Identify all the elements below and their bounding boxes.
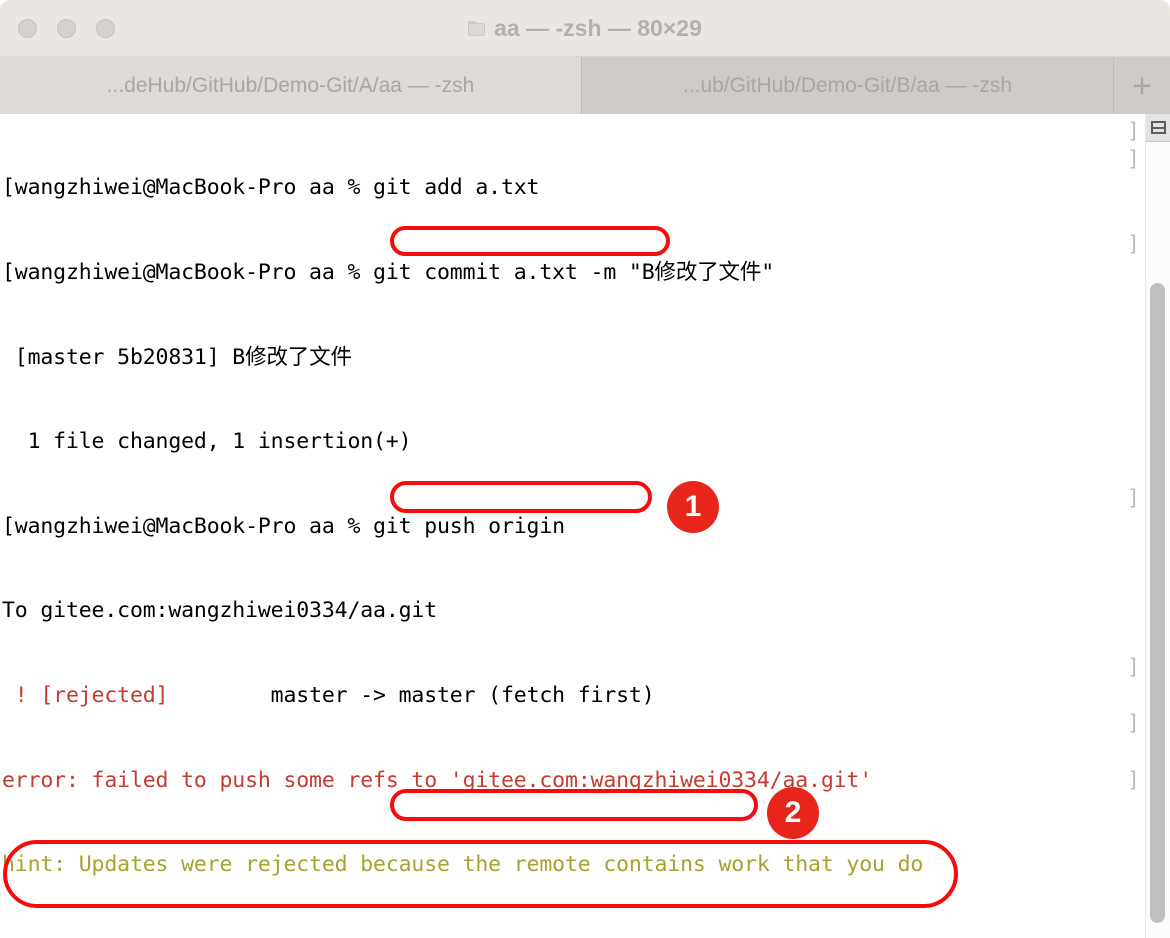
- terminal-line: [wangzhiwei@MacBook-Pro aa % git push or…: [2, 513, 565, 539]
- window-title-group: aa — -zsh — 80×29: [0, 0, 1170, 57]
- split-pane-icon: [1150, 121, 1166, 134]
- scrollbar-thumb[interactable]: [1150, 283, 1165, 923]
- window-titlebar: aa — -zsh — 80×29: [0, 0, 1170, 57]
- tab-a-aa[interactable]: ...deHub/GitHub/Demo-Git/A/aa — -zsh: [0, 57, 582, 114]
- terminal-lines: [wangzhiwei@MacBook-Pro aa % git add a.t…: [2, 118, 1127, 938]
- annotation-badge-2: 2: [767, 787, 819, 839]
- terminal-line: 1 file changed, 1 insertion(+): [2, 429, 412, 455]
- terminal-window: aa — -zsh — 80×29 ...deHub/GitHub/Demo-G…: [0, 0, 1170, 938]
- rejected-detail: master -> master (fetch first): [168, 682, 655, 708]
- terminal-content[interactable]: [wangzhiwei@MacBook-Pro aa % git add a.t…: [0, 114, 1170, 938]
- annotation-badge-1: 1: [667, 481, 719, 533]
- end-of-line-markers: ] ] ] ] ] ] ]: [1127, 119, 1140, 793]
- tab-b-aa[interactable]: ...ub/GitHub/Demo-Git/B/aa — -zsh: [582, 57, 1114, 114]
- folder-icon: [468, 21, 486, 36]
- new-tab-button[interactable]: +: [1114, 57, 1170, 114]
- terminal-line-error: error: failed to push some refs to 'gite…: [2, 767, 872, 793]
- window-title: aa — -zsh — 80×29: [494, 15, 702, 41]
- terminal-line: [wangzhiwei@MacBook-Pro aa % git commit …: [2, 260, 775, 285]
- terminal-line-hint: hint: Updates were rejected because the …: [2, 852, 924, 878]
- terminal-line-rejected: ! [rejected] master -> master (fetch fir…: [2, 682, 1127, 710]
- terminal-line: [master 5b20831] B修改了文件: [2, 344, 352, 370]
- split-pane-button[interactable]: [1146, 114, 1170, 142]
- terminal-line: To gitee.com:wangzhiwei0334/aa.git: [2, 598, 437, 624]
- rejected-marker: ! [rejected]: [2, 682, 169, 708]
- tab-bar: ...deHub/GitHub/Demo-Git/A/aa — -zsh ...…: [0, 57, 1170, 114]
- terminal-line: [wangzhiwei@MacBook-Pro aa % git add a.t…: [2, 175, 540, 201]
